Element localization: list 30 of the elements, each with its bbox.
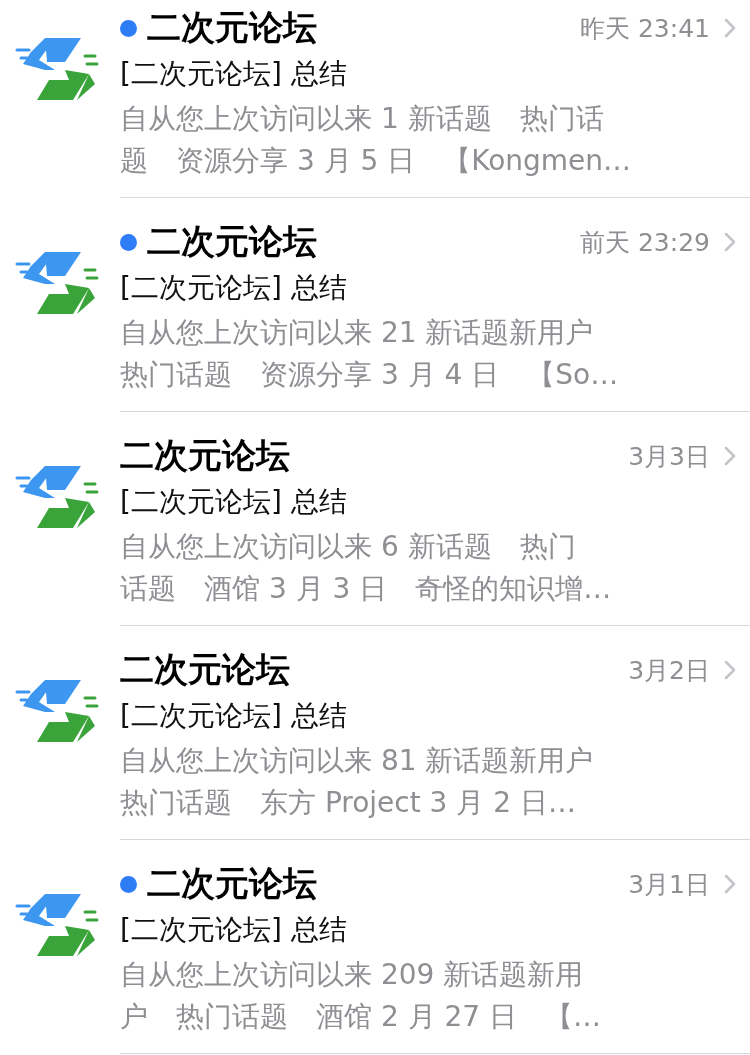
message-preview: 自从您上次访问以来 81 新话题新用户: [120, 743, 595, 779]
sender-name: 二次元论坛: [147, 6, 317, 49]
sender-name: 二次元论坛: [120, 648, 290, 691]
chevron-icon: [724, 232, 736, 252]
message-preview: 自从您上次访问以来 21 新话题新用户: [120, 315, 595, 351]
chevron-icon: [724, 660, 736, 680]
message-subject: [二次元论坛] 总结: [120, 270, 348, 306]
message-preview: 话题 酒馆 3 月 3 日 奇怪的知识增…: [120, 571, 613, 607]
sender-name: 二次元论坛: [147, 862, 317, 905]
sender-name: 二次元论坛: [120, 434, 290, 477]
message-preview: 户 热门话题 酒馆 2 月 27 日 【…: [120, 999, 603, 1035]
message-preview: 热门话题 东方 Project 3 月 2 日…: [120, 785, 577, 821]
message-preview: 自从您上次访问以来 6 新话题 热门: [120, 529, 577, 565]
message-date: 3月3日: [628, 440, 710, 473]
message-date: 3月1日: [628, 868, 710, 901]
message-subject: [二次元论坛] 总结: [120, 698, 348, 734]
chevron-icon: [724, 874, 736, 894]
message-subject: [二次元论坛] 总结: [120, 56, 348, 92]
message-preview: 自从您上次访问以来 209 新话题新用: [120, 957, 585, 993]
message-preview: 热门话题 资源分享 3 月 4 日 【So…: [120, 357, 620, 393]
message-date: 3月2日: [628, 654, 710, 687]
chevron-icon: [724, 446, 736, 466]
message-date: 昨天 23:41: [580, 12, 710, 45]
chevron-icon: [724, 18, 736, 38]
message-subject: [二次元论坛] 总结: [120, 484, 348, 520]
message-subject: [二次元论坛] 总结: [120, 912, 348, 948]
message-preview: 题 资源分享 3 月 5 日 【Kongmen…: [120, 143, 633, 179]
message-date: 前天 23:29: [580, 226, 710, 259]
message-preview: 自从您上次访问以来 1 新话题 热门话: [120, 101, 605, 137]
sender-name: 二次元论坛: [147, 220, 317, 263]
